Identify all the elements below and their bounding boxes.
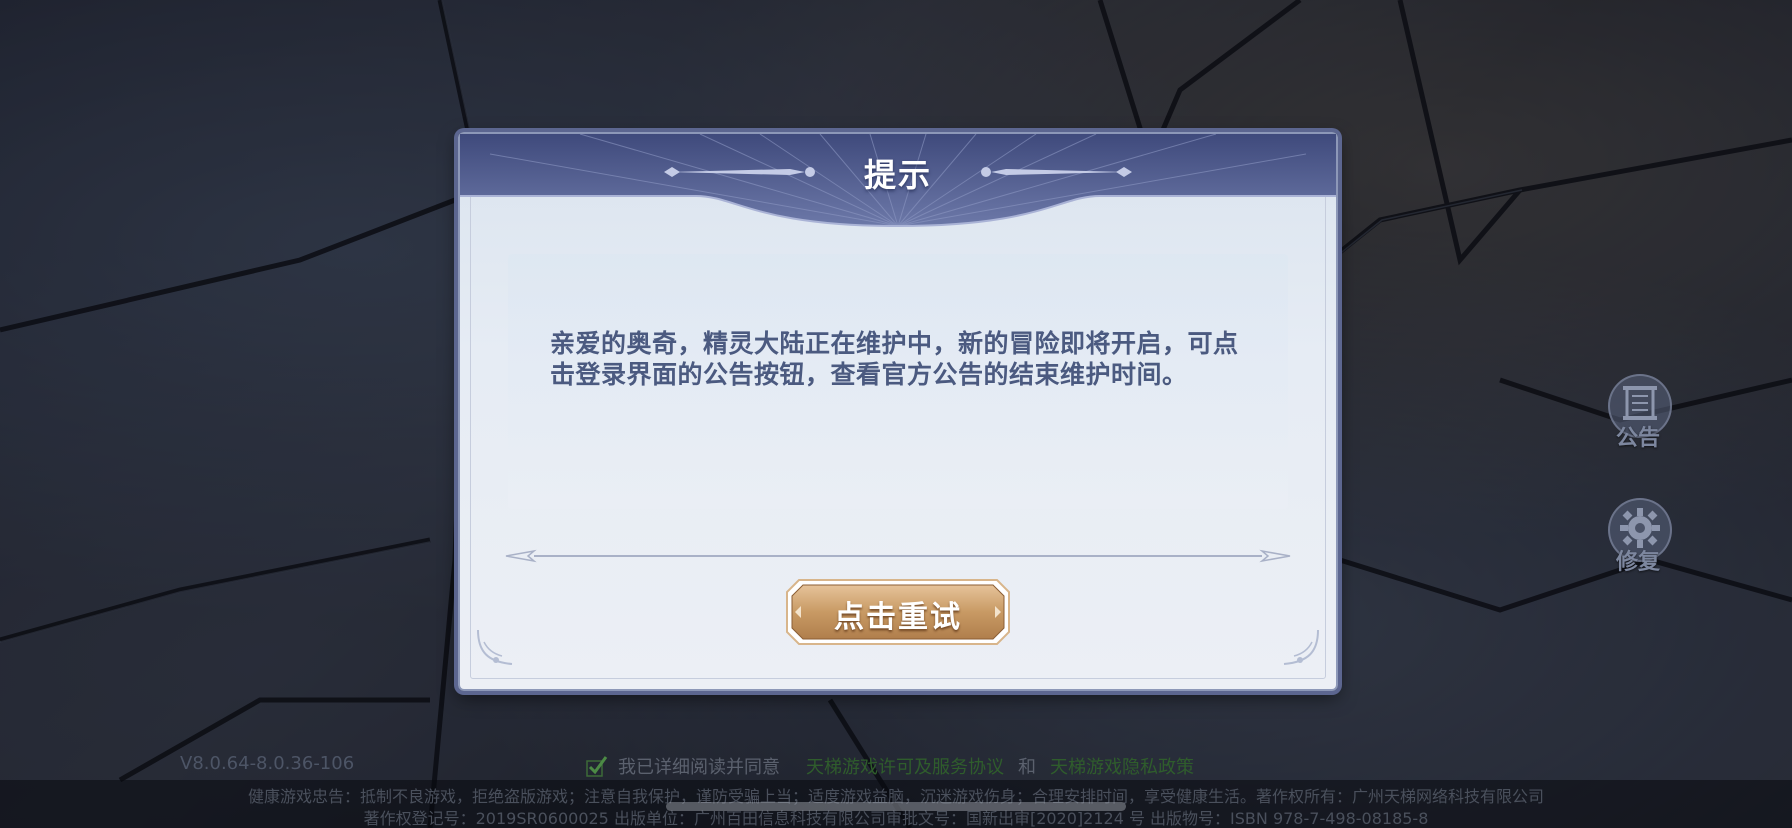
license-agreement-link[interactable]: 天梯游戏许可及服务协议	[806, 753, 1004, 779]
notice-dialog: 提示 亲爱的奥奇，精灵大陆正在维护中，新的冒险即将开启，可点击登录界面的公告按钮…	[458, 132, 1338, 691]
repair-label: 修复	[1615, 550, 1660, 575]
retry-button-label: 点击重试	[834, 600, 962, 635]
divider-line	[505, 549, 1291, 563]
version-text: V8.0.64-8.0.36-106	[180, 753, 355, 774]
retry-button[interactable]: 点击重试	[785, 578, 1011, 646]
home-indicator[interactable]	[666, 802, 1126, 811]
dialog-message: 亲爱的奥奇，精灵大陆正在维护中，新的冒险即将开启，可点击登录界面的公告按钮，查看…	[550, 329, 1239, 389]
and-text: 和	[1018, 757, 1036, 778]
corner-ornament-left	[477, 629, 513, 665]
announcement-label: 公告	[1615, 426, 1660, 451]
dialog-title: 提示	[863, 156, 932, 194]
agree-checkbox[interactable]	[586, 755, 608, 777]
repair-button[interactable]: 修复	[1596, 498, 1676, 588]
corner-ornament-right	[1283, 629, 1319, 665]
agree-text: 我已详细阅读并同意	[618, 757, 780, 778]
announcement-button[interactable]: 公告	[1596, 374, 1676, 464]
checkmark-icon	[586, 756, 608, 777]
agreement-row: 我已详细阅读并同意 天梯游戏许可及服务协议 和 天梯游戏隐私政策	[586, 753, 1194, 779]
game-screen: 提示 亲爱的奥奇，精灵大陆正在维护中，新的冒险即将开启，可点击登录界面的公告按钮…	[0, 0, 1792, 828]
privacy-policy-link[interactable]: 天梯游戏隐私政策	[1050, 753, 1194, 779]
